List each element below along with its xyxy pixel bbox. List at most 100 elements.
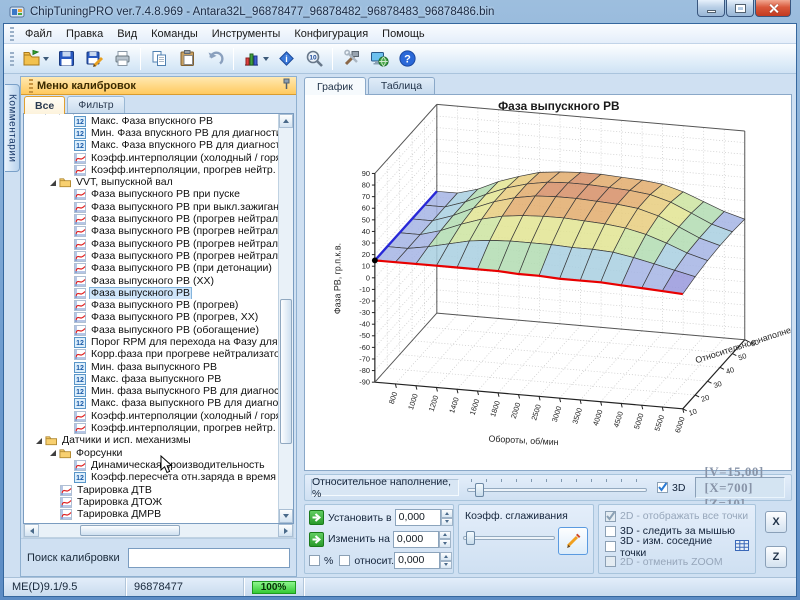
print-button[interactable]: [109, 46, 135, 71]
load-slider[interactable]: [467, 478, 647, 498]
option-checkbox-1[interactable]: [605, 526, 616, 537]
apply-smoothing-button[interactable]: [558, 527, 588, 555]
expand-toggle-icon[interactable]: [36, 438, 42, 444]
tree-item-9[interactable]: Фаза выпускного РВ (прогрев нейтрал., хо…: [24, 226, 278, 238]
hscroll-thumb[interactable]: [80, 525, 180, 536]
set-value[interactable]: 0,000: [395, 509, 441, 526]
relative-value-stepper[interactable]: 0,000: [394, 552, 452, 569]
tree-item-22[interactable]: 12Мин. фаза выпускного РВ для диагностик…: [24, 386, 278, 398]
tree-item-19[interactable]: Корр.фаза при прогреве нейтрализатора: [24, 349, 278, 361]
tree-item-12[interactable]: Фаза выпускного РВ (при детонации): [24, 263, 278, 275]
tree-item-21[interactable]: 12Макс. фаза выпускного РВ: [24, 373, 278, 385]
tree-item-7[interactable]: Фаза выпускного РВ при выкл.зажигания: [24, 201, 278, 213]
paste-button[interactable]: [174, 46, 200, 71]
option-checkbox-2[interactable]: [605, 541, 616, 552]
menu-item-0[interactable]: Файл: [18, 26, 59, 42]
spin-up-icon[interactable]: [441, 509, 453, 518]
tree-item-29[interactable]: 12Коэфф.пересчета отн.заряда в время впр…: [24, 472, 278, 484]
comments-tab[interactable]: Комментарии: [5, 84, 20, 172]
tree-item-20[interactable]: 12Мин. фаза выпускного РВ: [24, 361, 278, 373]
spin-down-icon[interactable]: [439, 539, 451, 548]
calibration-panel-header[interactable]: Меню калибровок: [21, 77, 296, 95]
spin-up-icon[interactable]: [439, 531, 451, 540]
find-value-button[interactable]: 10: [301, 46, 327, 71]
tree-horizontal-scrollbar[interactable]: [23, 524, 294, 538]
tree-item-26[interactable]: Датчики и исп. механизмы: [24, 435, 278, 447]
option-checkbox-0[interactable]: [605, 511, 616, 522]
tree-item-28[interactable]: Динамическая производительность: [24, 459, 278, 471]
tree-item-11[interactable]: Фаза выпускного РВ (прогрев нейтрал., ХХ…: [24, 250, 278, 262]
menu-item-6[interactable]: Помощь: [375, 26, 432, 42]
tree-item-2[interactable]: 12Макс. Фаза впускного РВ для диагностик…: [24, 140, 278, 152]
apply-set-button[interactable]: [309, 510, 324, 525]
tab-filter[interactable]: Фильтр: [67, 96, 124, 113]
change-value-stepper[interactable]: 0,000: [393, 531, 451, 548]
help-button[interactable]: ?: [394, 46, 420, 71]
spin-up-icon[interactable]: [440, 552, 452, 561]
tree-item-17[interactable]: Фаза выпускного РВ (обогащение): [24, 324, 278, 336]
tree-item-25[interactable]: Коэфф.интерполяции, прогрев нейтр. (холо…: [24, 422, 278, 434]
tree-item-8[interactable]: Фаза выпускного РВ (прогрев нейтрализато…: [24, 213, 278, 225]
set-value-stepper[interactable]: 0,000: [395, 509, 453, 526]
x-axis-button[interactable]: X: [765, 511, 787, 533]
save-button[interactable]: [53, 46, 79, 71]
tree-item-32[interactable]: Тарировка ДМРВ: [24, 509, 278, 521]
spin-down-icon[interactable]: [440, 561, 452, 570]
option-checkbox-3[interactable]: [605, 556, 616, 567]
tree-item-13[interactable]: Фаза выпускного РВ (ХХ): [24, 275, 278, 287]
slider-thumb[interactable]: [466, 531, 475, 545]
scroll-right-icon[interactable]: [278, 524, 293, 537]
chart-area[interactable]: -90-80-70-60-50-40-30-20-100102030405060…: [304, 94, 792, 471]
tab-all[interactable]: Все: [24, 96, 65, 114]
tree-item-14[interactable]: Фаза выпускного РВ: [24, 287, 278, 299]
apply-change-button[interactable]: [309, 532, 324, 547]
info-button[interactable]: i: [273, 46, 299, 71]
tree-item-18[interactable]: 12Порог RPM для перехода на Фазу для реж…: [24, 336, 278, 348]
z-axis-button[interactable]: Z: [765, 546, 787, 568]
tree-item-16[interactable]: Фаза выпускного РВ (прогрев, ХХ): [24, 312, 278, 324]
smoothing-slider[interactable]: [463, 526, 555, 544]
tree-item-27[interactable]: Форсунки: [24, 447, 278, 459]
menu-item-5[interactable]: Конфигурация: [287, 26, 375, 42]
tree-item-24[interactable]: Коэфф.интерполяции (холодный / горячий ): [24, 410, 278, 422]
open-file-button[interactable]: [19, 46, 51, 71]
change-value[interactable]: 0,000: [393, 531, 439, 548]
slider-thumb[interactable]: [475, 483, 484, 497]
slider-track[interactable]: [463, 536, 555, 540]
tree-item-31[interactable]: Тарировка ДТОЖ: [24, 496, 278, 508]
menu-item-1[interactable]: Правка: [59, 26, 110, 42]
relative-value[interactable]: 0,000: [394, 552, 440, 569]
spin-down-icon[interactable]: [441, 518, 453, 527]
pin-icon[interactable]: [281, 77, 292, 95]
vscroll-thumb[interactable]: [280, 299, 292, 444]
expand-toggle-icon[interactable]: [50, 450, 56, 456]
tab-tablica[interactable]: Таблица: [368, 77, 435, 94]
tree-item-6[interactable]: Фаза выпускного РВ при пуске: [24, 189, 278, 201]
dropdown-caret-icon[interactable]: [263, 57, 269, 61]
checkbox-3d[interactable]: [657, 482, 668, 493]
scroll-left-icon[interactable]: [24, 524, 39, 537]
slider-track[interactable]: [467, 488, 647, 492]
tree-item-3[interactable]: Коэфф.интерполяции (холодный / горячий ): [24, 152, 278, 164]
save-edit-button[interactable]: [81, 46, 107, 71]
chart-mode-button[interactable]: [239, 46, 271, 71]
maximize-button[interactable]: [726, 0, 754, 17]
search-input[interactable]: [128, 548, 290, 568]
tree-item-10[interactable]: Фаза выпускного РВ (прогрев нейтрал., ХХ…: [24, 238, 278, 250]
tree-vertical-scrollbar[interactable]: [278, 114, 293, 523]
tree-item-0[interactable]: 12Макс. Фаза впускного РВ: [24, 115, 278, 127]
tools-button[interactable]: [338, 46, 364, 71]
tree-item-15[interactable]: Фаза выпускного РВ (прогрев): [24, 299, 278, 311]
minimize-button[interactable]: [697, 0, 725, 17]
internet-button[interactable]: [366, 46, 392, 71]
scroll-up-icon[interactable]: [279, 114, 293, 128]
undo-button[interactable]: [202, 46, 228, 71]
copy-button[interactable]: [146, 46, 172, 71]
menu-item-4[interactable]: Инструменты: [205, 26, 288, 42]
dropdown-caret-icon[interactable]: [43, 57, 49, 61]
tree-item-23[interactable]: 12Макс. фаза выпускного РВ для диагности…: [24, 398, 278, 410]
tree-item-4[interactable]: Коэфф.интерполяции, прогрев нейтр. (холо…: [24, 164, 278, 176]
scroll-down-icon[interactable]: [279, 509, 293, 523]
title-bar[interactable]: ChipTuningPRO ver.7.4.8.969 - Antara32L_…: [3, 0, 797, 23]
tab-grafik[interactable]: График: [304, 77, 366, 95]
